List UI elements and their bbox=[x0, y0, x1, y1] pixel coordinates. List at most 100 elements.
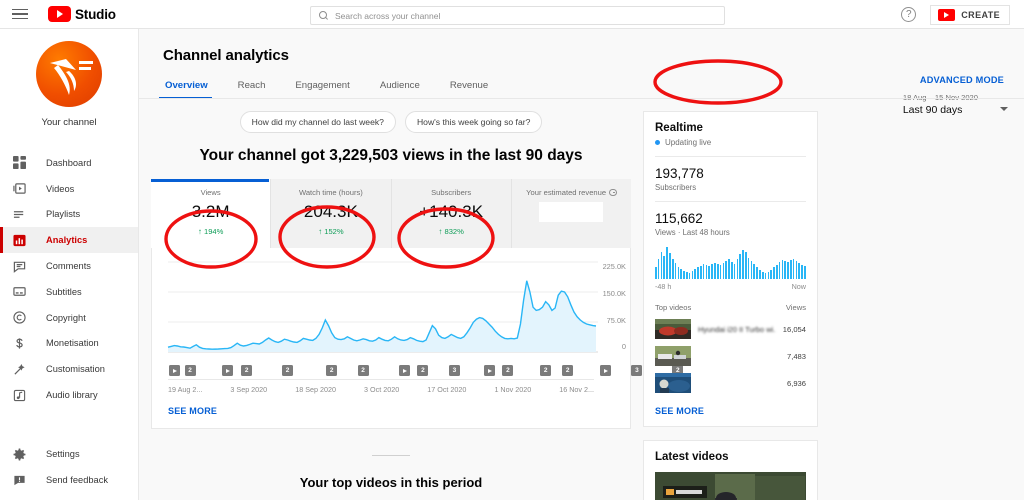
sparkline-bar bbox=[663, 255, 666, 279]
video-marker-count-badge[interactable]: 2 bbox=[241, 365, 253, 376]
video-marker-count-badge[interactable]: 2 bbox=[540, 365, 552, 376]
sidebar-item-analytics[interactable]: Analytics bbox=[0, 227, 138, 254]
video-marker-count-badge[interactable]: 2 bbox=[326, 365, 338, 376]
sparkline-bar bbox=[685, 272, 688, 279]
date-range-selector[interactable]: 18 Aug – 15 Nov 2020 Last 90 days bbox=[903, 93, 1008, 116]
sidebar-item-playlists[interactable]: Playlists bbox=[0, 202, 138, 228]
sparkline-bar bbox=[702, 263, 705, 279]
help-circle-icon[interactable]: ? bbox=[901, 7, 917, 22]
top-videos-section-title: Your top videos in this period bbox=[299, 475, 483, 490]
thumbnail-art bbox=[655, 373, 691, 393]
metric-card-watch-time[interactable]: Watch time (hours) 204.3K ↑ 152% bbox=[270, 179, 391, 248]
marker-count: 2 bbox=[244, 367, 249, 374]
sidebar-item-dashboard[interactable]: Dashboard bbox=[0, 150, 138, 176]
metric-value: +140.3K bbox=[419, 202, 484, 221]
sparkline-bar bbox=[660, 252, 663, 279]
advanced-mode-link[interactable]: ADVANCED MODE bbox=[920, 75, 1004, 85]
video-marker-count-badge[interactable]: 2 bbox=[502, 365, 514, 376]
search-input[interactable] bbox=[335, 10, 716, 21]
x-axis-tick: 16 Nov 2... bbox=[559, 385, 594, 394]
sparkline-bar bbox=[787, 262, 789, 279]
list-item[interactable]: Hyundai i20 II Turbo wi... 16,054 bbox=[655, 319, 806, 339]
chip-last-week[interactable]: How did my channel do last week? bbox=[239, 111, 396, 133]
latest-video-thumbnail[interactable] bbox=[655, 472, 806, 500]
tab-overview[interactable]: Overview bbox=[159, 80, 222, 99]
sparkline-bar bbox=[700, 265, 702, 279]
dashboard-icon bbox=[13, 156, 32, 170]
metric-card-estimated-revenue[interactable]: Your estimated revenue bbox=[510, 179, 631, 248]
channel-block[interactable]: Your channel bbox=[0, 29, 138, 134]
search-box[interactable] bbox=[310, 6, 725, 25]
sparkline-end-label: Now bbox=[791, 282, 806, 291]
list-item[interactable]: 6,936 bbox=[655, 373, 806, 393]
section-divider bbox=[151, 429, 631, 461]
video-marker-count-badge[interactable]: 2 bbox=[562, 365, 574, 376]
create-button[interactable]: CREATE bbox=[930, 4, 1010, 25]
sparkline-bar bbox=[680, 269, 682, 279]
sidebar-item-copyright[interactable]: Copyright bbox=[0, 305, 138, 331]
chip-this-week[interactable]: How's this week going so far? bbox=[404, 111, 543, 133]
chevron-down-icon[interactable] bbox=[1000, 107, 1008, 111]
sidebar-item-subtitles[interactable]: Subtitles bbox=[0, 279, 138, 305]
video-thumbnail bbox=[655, 373, 691, 393]
marker-count: 2 bbox=[361, 367, 365, 374]
top-videos-header: Top videos bbox=[655, 303, 692, 312]
subtitles-icon bbox=[13, 285, 32, 298]
sparkline-bar bbox=[736, 259, 739, 279]
arrow-up-icon: ↑ bbox=[438, 227, 443, 236]
metric-card-views[interactable]: Views 3.2M ↑ 194% bbox=[151, 179, 271, 248]
sidebar-item-label: Copyright bbox=[46, 312, 86, 323]
x-axis-tick: 17 Oct 2020 bbox=[427, 385, 467, 394]
see-more-realtime-link[interactable]: SEE MORE bbox=[655, 406, 806, 416]
sidebar-item-videos[interactable]: Videos bbox=[0, 176, 138, 202]
sidebar-item-settings[interactable]: Settings bbox=[0, 441, 138, 467]
play-icon bbox=[172, 368, 177, 373]
x-axis-tick: 19 Aug 2... bbox=[168, 385, 203, 394]
sidebar-item-comments[interactable]: Comments bbox=[0, 253, 138, 279]
sidebar-item-customisation[interactable]: Customisation bbox=[0, 356, 138, 382]
sidebar-item-send-feedback[interactable]: Send feedback bbox=[0, 467, 138, 493]
sparkline-bar bbox=[739, 254, 741, 279]
hamburger-menu-icon[interactable] bbox=[12, 6, 28, 23]
video-marker-play-badge[interactable] bbox=[483, 365, 495, 376]
realtime-sparkline[interactable] bbox=[655, 247, 806, 279]
views-chart[interactable]: 225.0K 150.0K 75.0K 0 bbox=[152, 256, 630, 364]
tab-engagement[interactable]: Engagement bbox=[293, 80, 363, 99]
sidebar-item-monetisation[interactable]: Monetisation bbox=[0, 331, 138, 357]
sparkline-bar bbox=[691, 271, 694, 279]
marker-count: 2 bbox=[543, 367, 548, 374]
analytics-bar-icon bbox=[13, 234, 32, 247]
tab-audience[interactable]: Audience bbox=[378, 80, 434, 99]
video-marker-count-badge[interactable]: 2 bbox=[282, 365, 294, 376]
y-axis-tick: 225.0K bbox=[602, 262, 626, 271]
x-axis: 19 Aug 2... 3 Sep 2020 18 Sep 2020 3 Oct… bbox=[168, 379, 594, 394]
video-marker-play-badge[interactable] bbox=[222, 365, 234, 376]
video-marker-play-badge[interactable] bbox=[168, 365, 180, 376]
avatar bbox=[36, 41, 102, 107]
video-marker-count-badge[interactable]: 2 bbox=[184, 365, 196, 376]
y-axis-tick: 0 bbox=[621, 342, 626, 351]
tab-reach[interactable]: Reach bbox=[236, 80, 280, 99]
sparkline-bar bbox=[759, 270, 761, 279]
metric-card-subscribers[interactable]: Subscribers +140.3K ↑ 832% bbox=[390, 179, 511, 248]
see-more-chart-link[interactable]: SEE MORE bbox=[152, 394, 630, 428]
youtube-studio-analytics-page: Studio ? CREATE bbox=[0, 0, 1024, 500]
video-title: Hyundai i20 II Turbo wi... bbox=[698, 324, 776, 334]
playlist-icon bbox=[13, 208, 32, 221]
video-marker-count-badge[interactable]: 3 bbox=[631, 365, 643, 376]
video-marker-count-badge[interactable]: 2 bbox=[357, 365, 369, 376]
studio-logo[interactable]: Studio bbox=[48, 6, 116, 22]
video-marker-play-badge[interactable] bbox=[398, 365, 410, 376]
sidebar-item-label: Monetisation bbox=[46, 338, 99, 349]
sparkline-bar bbox=[666, 247, 668, 279]
live-dot-icon bbox=[655, 140, 660, 145]
video-marker-play-badge[interactable] bbox=[599, 365, 611, 376]
tab-revenue[interactable]: Revenue bbox=[448, 80, 502, 99]
list-item[interactable]: 7,483 bbox=[655, 346, 806, 366]
sidebar-item-audio-library[interactable]: Audio library bbox=[0, 382, 138, 408]
realtime-views-value: 115,662 bbox=[655, 211, 703, 226]
latest-videos-card: Latest videos bbox=[643, 440, 818, 500]
video-marker-count-badge[interactable]: 2 bbox=[417, 365, 429, 376]
video-marker-count-badge[interactable]: 3 bbox=[448, 365, 460, 376]
sparkline-bar bbox=[784, 261, 786, 279]
